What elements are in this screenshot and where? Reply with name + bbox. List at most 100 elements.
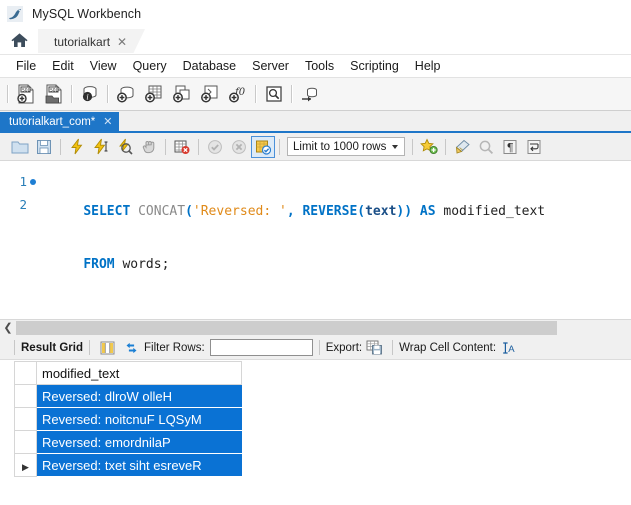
main-toolbar: SQL SQL i f0 [0,77,631,111]
menu-item-server[interactable]: Server [244,57,297,75]
statement-marker-dot [30,170,42,193]
row-marker-current: ▶ [22,461,29,472]
export-label: Export: [325,341,363,354]
search-data-icon[interactable] [260,80,288,108]
beautify-query-icon[interactable] [450,136,474,158]
row-marker-cell[interactable] [14,407,37,431]
menu-item-help[interactable]: Help [407,57,449,75]
commit-transaction-icon[interactable] [203,136,227,158]
line-number-gutter: 1 2 [0,161,30,319]
table-row[interactable]: Reversed: emordnilaP [14,430,242,454]
mysql-dolphin-icon [7,6,23,22]
menu-item-scripting[interactable]: Scripting [342,57,407,75]
cell-modified-text[interactable]: Reversed: noitcnuF LQSyM [36,407,242,431]
toolbar-separator [198,138,199,155]
editor-toolbar: Limit to 1000 rows ¶ [0,133,631,161]
create-table-icon[interactable] [140,80,168,108]
toolbar-separator [71,85,73,103]
row-limit-dropdown[interactable]: Limit to 1000 rows [287,137,405,156]
rollback-transaction-icon[interactable] [227,136,251,158]
find-icon[interactable] [474,136,498,158]
execute-statement-icon[interactable] [65,136,89,158]
open-file-icon[interactable] [8,136,32,158]
cell-modified-text[interactable]: Reversed: dlroW olleH [36,384,242,408]
connection-info-icon[interactable]: i [76,80,104,108]
create-procedure-icon[interactable] [196,80,224,108]
menu-item-view[interactable]: View [82,57,125,75]
results-toolbar: Result Grid Filter Rows: Export: Wrap Ce… [0,336,631,360]
open-sql-script-icon[interactable]: SQL [40,80,68,108]
code-line-1: SELECT CONCAT('Reversed: ', REVERSE(text… [52,200,631,223]
title-bar: MySQL Workbench [0,0,631,28]
line-number: 2 [19,197,27,212]
create-view-icon[interactable] [168,80,196,108]
scrollbar-track[interactable] [16,321,631,335]
create-schema-icon[interactable] [112,80,140,108]
line-marker-column [30,161,42,319]
svg-text:SQL: SQL [50,87,59,93]
reconnect-server-icon[interactable] [296,80,324,108]
code-token-string: 'Reversed: ' [192,204,287,219]
menu-bar: File Edit View Query Database Server Too… [0,54,631,77]
create-function-icon[interactable]: f0 [224,80,252,108]
toggle-stop-on-error-icon[interactable] [170,136,194,158]
toggle-invisible-chars-icon[interactable]: ¶ [498,136,522,158]
menu-item-file[interactable]: File [8,57,44,75]
close-icon[interactable]: ✕ [117,36,127,48]
menu-item-database[interactable]: Database [175,57,245,75]
result-grid[interactable]: modified_text Reversed: dlroW olleH Reve… [0,360,631,494]
new-sql-tab-icon[interactable]: SQL [12,80,40,108]
toolbar-separator [445,138,446,155]
toggle-auto-commit-icon[interactable] [251,135,275,158]
refresh-icon[interactable] [122,338,142,358]
menu-item-tools[interactable]: Tools [297,57,342,75]
sql-code-editor[interactable]: 1 2 SELECT CONCAT('Reversed: ', REVERSE(… [0,161,631,319]
connection-tab-tutorialkart[interactable]: tutorialkart ✕ [38,29,146,54]
menu-item-edit[interactable]: Edit [44,57,82,75]
editor-tab-strip: tutorialkart_com* ✕ [0,111,631,133]
code-token-punct: )) [396,204,413,219]
table-row[interactable]: Reversed: noitcnuF LQSyM [14,407,242,431]
close-icon[interactable]: ✕ [103,115,112,128]
result-grid-table: modified_text Reversed: dlroW olleH Reve… [14,361,242,477]
table-row[interactable]: ▶ Reversed: txet siht esreveR [14,453,242,477]
save-file-icon[interactable] [32,136,56,158]
column-header-modified-text[interactable]: modified_text [36,361,242,385]
row-marker-cell[interactable]: ▶ [14,453,37,477]
editor-horizontal-scrollbar[interactable]: ❮ [0,319,631,336]
scrollbar-thumb[interactable] [16,321,558,335]
code-token-keyword: REVERSE [302,204,358,219]
wrap-cell-content-icon[interactable]: A [498,338,518,358]
cell-modified-text[interactable]: Reversed: emordnilaP [36,430,242,454]
toolbar-separator [107,85,109,103]
svg-text:¶: ¶ [507,141,514,154]
chevron-left-icon[interactable]: ❮ [0,322,16,334]
toolbar-separator [255,85,257,103]
toolbar-separator [14,340,15,355]
toolbar-separator [279,138,280,155]
filter-rows-input[interactable] [209,339,313,356]
row-marker-cell[interactable] [14,430,37,454]
row-limit-value: Limit to 1000 rows [293,140,387,153]
save-snippet-icon[interactable] [417,136,441,158]
grid-view-icon[interactable] [98,338,118,358]
menu-item-query[interactable]: Query [125,57,175,75]
export-recordset-icon[interactable] [364,338,384,358]
toolbar-separator [7,85,9,103]
home-tab-button[interactable] [0,29,38,54]
toggle-word-wrap-icon[interactable] [522,136,546,158]
cell-modified-text[interactable]: Reversed: txet siht esreveR [36,453,242,477]
editor-tab-tutorialkart-com[interactable]: tutorialkart_com* ✕ [0,112,119,131]
stop-execution-icon[interactable] [137,136,161,158]
code-token-identifier: words; [122,257,170,272]
table-row[interactable]: Reversed: dlroW olleH [14,384,242,408]
code-token-punct: ( [185,204,193,219]
explain-statement-icon[interactable] [113,136,137,158]
code-token-punct: , [286,204,295,219]
toolbar-separator [412,138,413,155]
execute-current-statement-icon[interactable] [89,136,113,158]
row-marker-cell[interactable] [14,384,37,408]
code-text[interactable]: SELECT CONCAT('Reversed: ', REVERSE(text… [42,161,631,319]
